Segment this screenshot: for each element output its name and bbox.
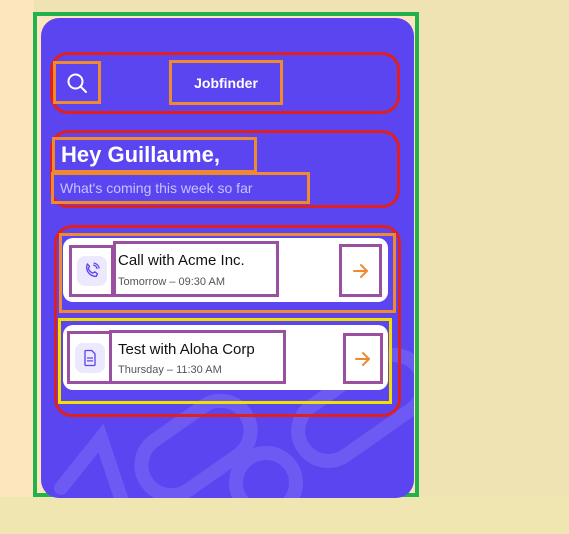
open-event-button[interactable] xyxy=(343,333,383,384)
phone-icon xyxy=(85,262,100,278)
app-title: Jobfinder xyxy=(169,60,283,105)
event-title: Call with Acme Inc. xyxy=(118,252,245,269)
event-time: Tomorrow – 09:30 AM xyxy=(118,276,225,288)
greeting-title: Hey Guillaume, xyxy=(52,137,257,173)
arrow-right-icon xyxy=(352,263,368,278)
search-icon xyxy=(67,73,87,93)
event-text-box xyxy=(113,241,279,297)
search-button[interactable] xyxy=(53,61,101,104)
left-background xyxy=(0,0,34,497)
arrow-right-icon xyxy=(355,351,370,366)
event-time: Thursday – 11:30 AM xyxy=(118,364,222,376)
bottom-background xyxy=(0,497,569,534)
greeting-subtitle: What's coming this week so far xyxy=(51,172,310,204)
event-icon-box xyxy=(69,245,114,297)
event-title: Test with Aloha Corp xyxy=(118,341,255,358)
document-icon xyxy=(83,349,96,366)
event-icon-box xyxy=(67,331,112,384)
open-event-button[interactable] xyxy=(339,244,382,297)
right-background xyxy=(423,0,569,497)
